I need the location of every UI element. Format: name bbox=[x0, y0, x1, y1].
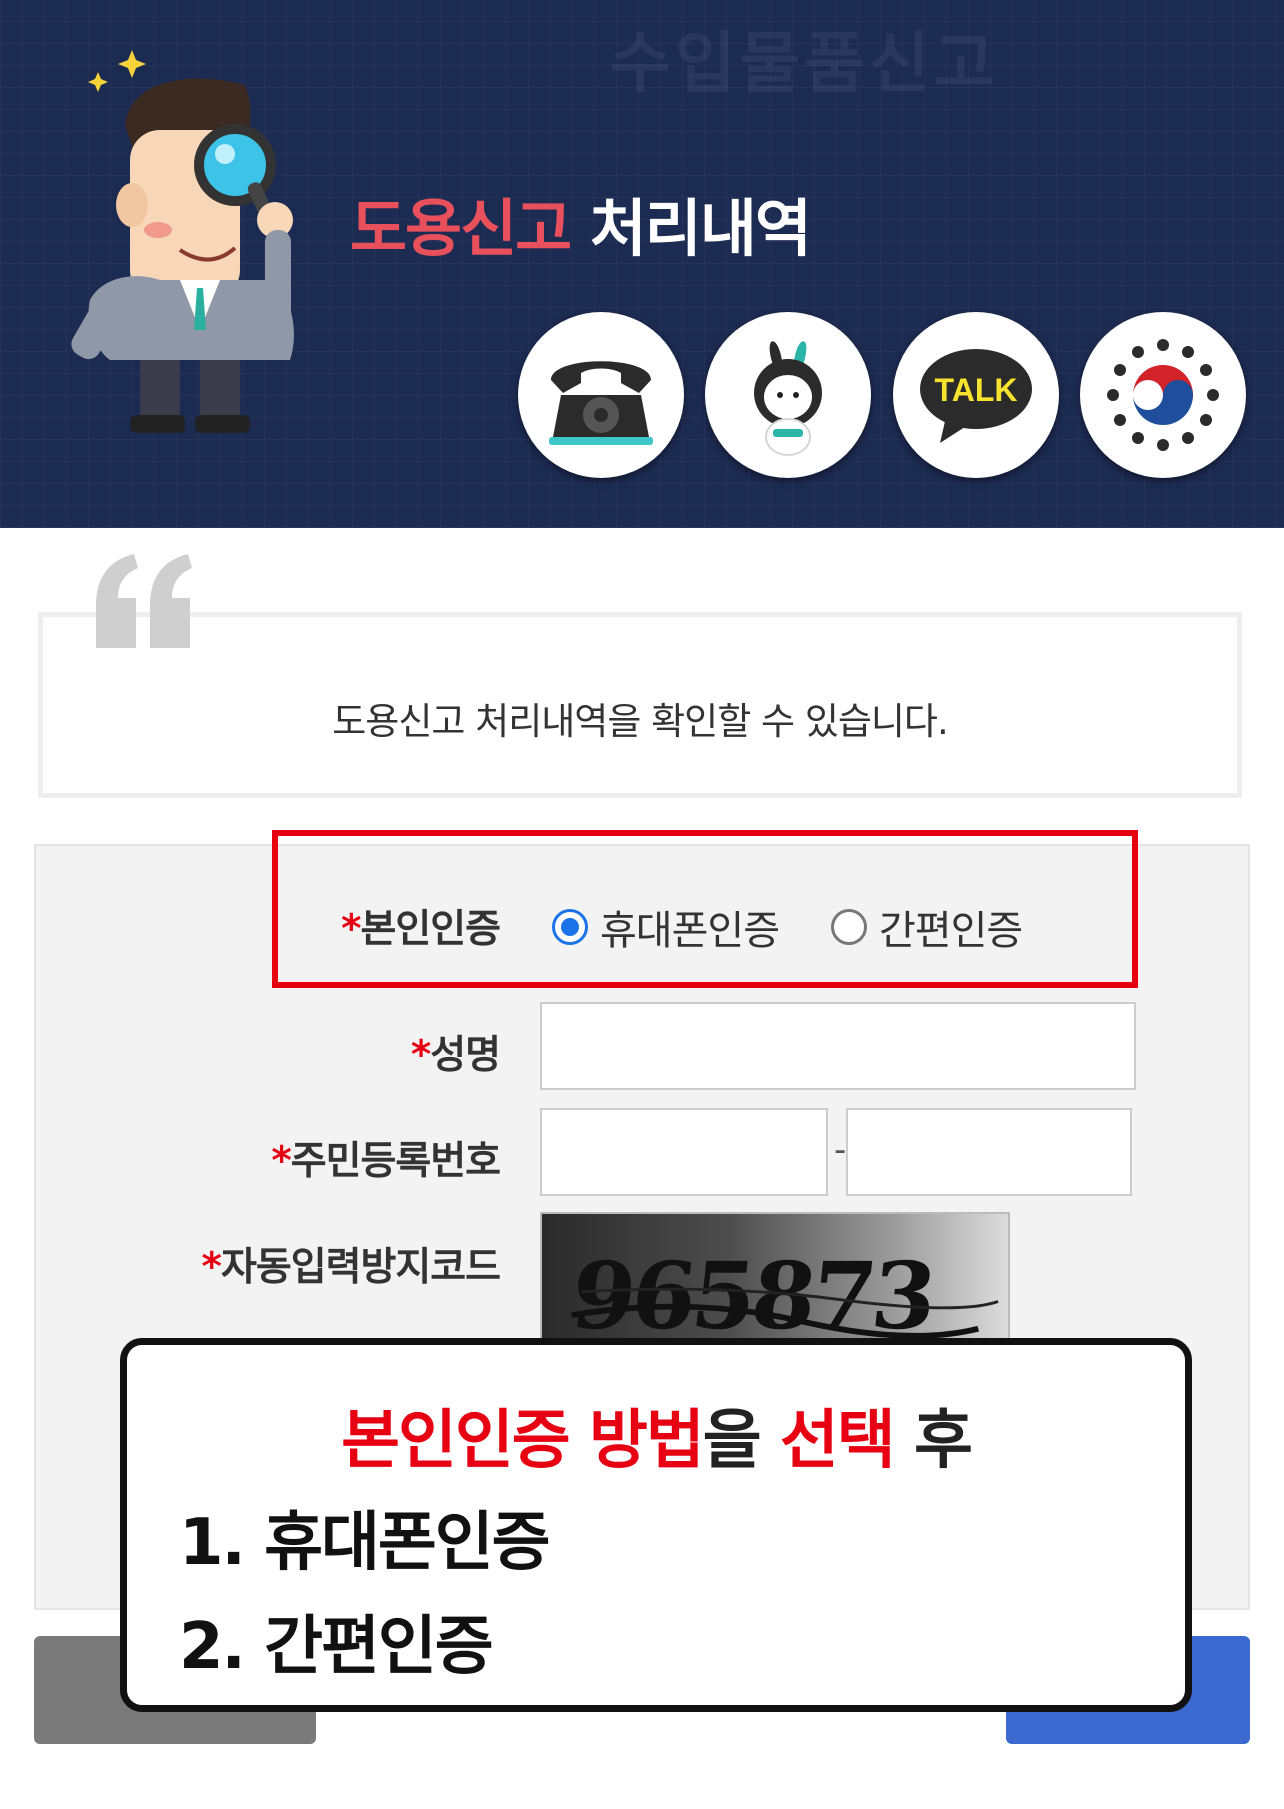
kakao-talk-icon: TALK bbox=[920, 349, 1032, 443]
caption-heading: 본인인증 방법을 선택 후 bbox=[127, 1389, 1185, 1481]
caption-heading-red-2: 선택 bbox=[779, 1404, 896, 1478]
intro-text: 도용신고 처리내역을 확인할 수 있습니다. bbox=[332, 700, 949, 743]
rrn-label: *주민등록번호 bbox=[271, 1139, 501, 1184]
required-mark: * bbox=[410, 1033, 431, 1078]
banner-watermark: 수입물품신고 bbox=[610, 25, 999, 102]
kakao-talk-shortcut-button[interactable]: TALK bbox=[893, 312, 1059, 478]
captcha-label: *자동입력방지코드 bbox=[201, 1245, 501, 1290]
caption-heading-black-1: 을 bbox=[702, 1404, 780, 1478]
caption-line-1: 1. 휴대폰인증 bbox=[179, 1506, 551, 1580]
intro-box: 도용신고 처리내역을 확인할 수 있습니다. bbox=[38, 612, 1242, 798]
government-emblem-icon bbox=[1107, 339, 1219, 451]
rrn-separator: - bbox=[834, 1130, 847, 1170]
banner-title-highlight: 도용신고 bbox=[350, 192, 572, 265]
header-banner: 수입물품신고 도용신고 처리내역 TALK bbox=[0, 0, 1284, 528]
banner-title: 도용신고 처리내역 bbox=[350, 178, 812, 268]
name-input[interactable] bbox=[540, 1002, 1136, 1090]
telephone-icon bbox=[549, 361, 653, 445]
auth-highlight-box bbox=[272, 830, 1138, 988]
name-label: *성명 bbox=[410, 1033, 501, 1078]
rabbit-mascot-icon bbox=[754, 341, 822, 456]
caption-heading-red-1: 본인인증 방법 bbox=[341, 1404, 705, 1478]
caption-line-2: 2. 간편인증 bbox=[179, 1610, 494, 1684]
caption-overlay: 본인인증 방법을 선택 후 1. 휴대폰인증 2. 간편인증 bbox=[120, 1338, 1192, 1712]
government-shortcut-button[interactable] bbox=[1080, 312, 1246, 478]
quote-mark-icon bbox=[96, 554, 192, 648]
captcha-image: 965873 bbox=[540, 1212, 1010, 1354]
required-mark: * bbox=[271, 1139, 291, 1184]
detective-mascot-icon bbox=[71, 50, 294, 433]
required-mark: * bbox=[201, 1245, 222, 1290]
captcha-noise-lines bbox=[571, 1287, 999, 1339]
banner-title-rest: 처리내역 bbox=[570, 192, 812, 265]
phone-shortcut-button[interactable] bbox=[518, 312, 684, 478]
rrn-front-input[interactable] bbox=[540, 1108, 828, 1196]
rrn-back-input[interactable] bbox=[846, 1108, 1132, 1196]
caption-heading-black-2: 후 bbox=[893, 1404, 973, 1478]
kakao-talk-text: TALK bbox=[935, 372, 1018, 408]
mascot-shortcut-button[interactable] bbox=[705, 312, 871, 478]
